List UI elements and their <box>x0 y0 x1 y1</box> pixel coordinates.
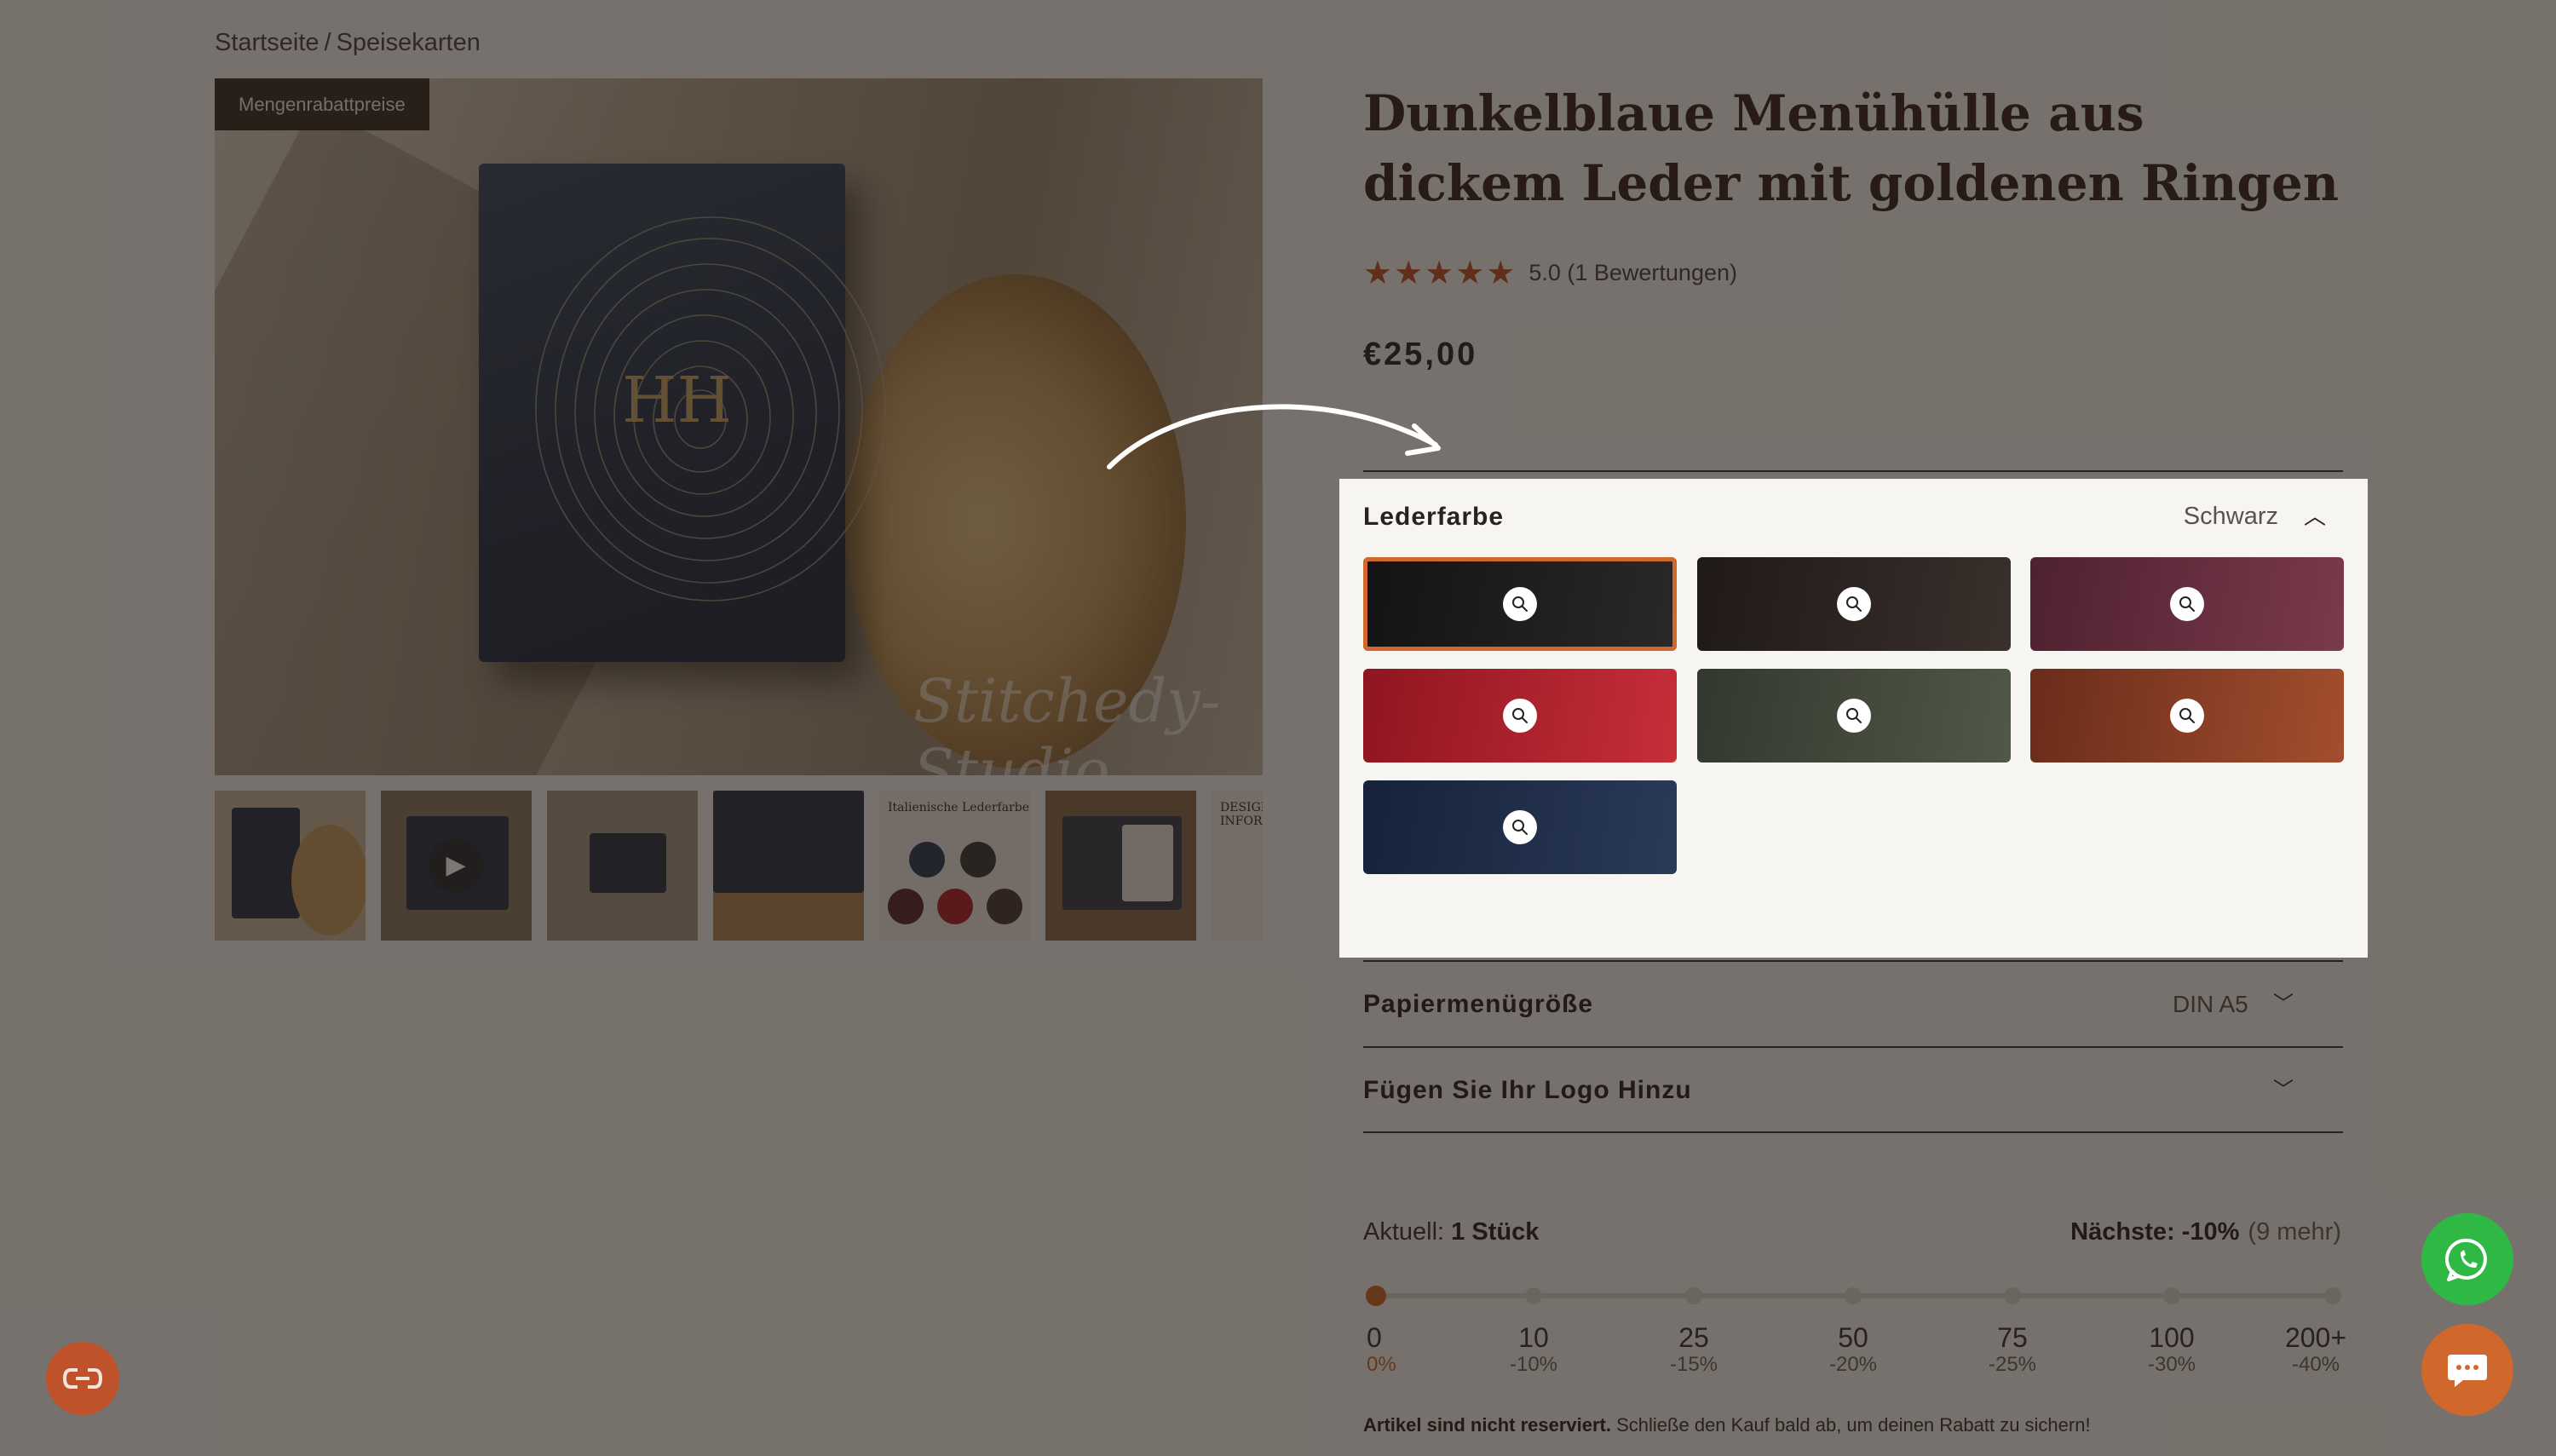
rewards-icon <box>62 1368 103 1389</box>
star-rating-icon: ★★★★★ <box>1363 256 1517 291</box>
leather-color-selected-value: Schwarz <box>2183 503 2278 530</box>
thumbnail-colors-label: Italienische Lederfarbe <box>888 801 1030 814</box>
leather-color-panel: Lederfarbe Schwarz ︿ <box>1339 479 2368 958</box>
thumbnail-design-label: DESIGN INFORMATION <box>1220 801 1263 828</box>
leather-color-label: Lederfarbe <box>1363 502 1505 531</box>
reservation-note-text: Schließe den Kauf bald ab, um deinen Rab… <box>1616 1414 2091 1436</box>
add-logo-label[interactable]: Fügen Sie Ihr Logo Hinzu <box>1363 1076 1692 1105</box>
thumbnail-video[interactable]: ▶ <box>381 791 532 941</box>
tier-dot-current <box>1366 1286 1386 1306</box>
chevron-up-icon[interactable]: ︿ <box>2304 499 2326 531</box>
swatch-cognac[interactable] <box>2030 669 2344 763</box>
tier-qty: 10 <box>1518 1322 1549 1353</box>
thumbnail-strip: ▶ Italienische Lederfarbe DESIGN INFORMA… <box>215 791 1263 941</box>
swatch-black[interactable] <box>1363 557 1677 651</box>
zoom-icon[interactable] <box>1837 587 1871 621</box>
leather-color-header[interactable]: Lederfarbe Schwarz ︿ <box>1363 501 2343 532</box>
thumbnail-3[interactable] <box>547 791 698 941</box>
whatsapp-icon <box>2445 1238 2487 1281</box>
thumbnail-colors[interactable]: Italienische Lederfarbe <box>879 791 1030 941</box>
zoom-icon[interactable] <box>1503 587 1537 621</box>
chat-bubble-icon <box>2448 1355 2487 1387</box>
zoom-icon[interactable] <box>1837 699 1871 733</box>
zoom-icon[interactable] <box>2170 699 2204 733</box>
tier-pct: -40% <box>2291 1353 2340 1376</box>
breadcrumb-home-link[interactable]: Startseite <box>215 29 320 56</box>
next-discount-label: Nächste: -10% <box>2070 1218 2240 1246</box>
tier-pct: -10% <box>1509 1353 1558 1376</box>
paper-size-value[interactable]: DIN A5 <box>2173 991 2248 1018</box>
paper-size-label[interactable]: Papiermenügröße <box>1363 990 1593 1019</box>
divider <box>1363 470 2343 472</box>
breadcrumb-current[interactable]: Speisekarten <box>337 29 481 56</box>
image-watermark: Stitchedy-Studio <box>913 666 1221 775</box>
product-title: Dunkelblaue Menühülle aus dickem Leder m… <box>1363 84 2340 212</box>
tier-dot <box>1525 1287 1542 1304</box>
swatch-navy[interactable] <box>1363 780 1677 874</box>
next-discount-more: (9 mehr) <box>2248 1218 2341 1246</box>
current-quantity-value: 1 Stück <box>1451 1218 1540 1246</box>
swatch-red[interactable] <box>1363 669 1677 763</box>
image-monogram: HH <box>622 364 733 437</box>
swatch-olive-green[interactable] <box>1697 669 2011 763</box>
thumbnail-6[interactable] <box>1045 791 1196 941</box>
product-rating[interactable]: ★★★★★ 5.0 (1 Bewertungen) <box>1363 254 1737 292</box>
zoom-icon[interactable] <box>1503 810 1537 844</box>
tier-qty: 100 <box>2149 1322 2195 1353</box>
chat-button[interactable] <box>2421 1324 2513 1416</box>
tier-pct: -25% <box>1988 1353 2037 1376</box>
tier-dot <box>1685 1287 1702 1304</box>
divider <box>1363 960 2343 962</box>
tier-pct: -30% <box>2147 1353 2196 1376</box>
tier-qty: 0 <box>1367 1322 1382 1353</box>
tier-qty: 200+ <box>2284 1322 2347 1353</box>
chevron-down-icon[interactable]: ﹀ <box>2273 1073 2294 1102</box>
current-quantity: Aktuell: 1 Stück <box>1363 1218 1539 1246</box>
reservation-note: Artikel sind nicht reserviert. Schließe … <box>1363 1414 2091 1436</box>
current-quantity-label: Aktuell: <box>1363 1218 1445 1246</box>
zoom-icon[interactable] <box>2170 587 2204 621</box>
play-icon[interactable]: ▶ <box>429 838 483 893</box>
tier-dot <box>2324 1287 2341 1304</box>
loyalty-rewards-button[interactable] <box>46 1342 119 1415</box>
tier-dot <box>2163 1287 2180 1304</box>
divider <box>1363 1131 2343 1133</box>
tier-pct: -20% <box>1828 1353 1878 1376</box>
tier-dot <box>2004 1287 2021 1304</box>
whatsapp-button[interactable] <box>2421 1213 2513 1305</box>
thumbnail-1[interactable] <box>215 791 366 941</box>
breadcrumb: Startseite / Speisekarten <box>215 29 481 57</box>
leather-color-selected: Schwarz ︿ <box>2184 501 2343 532</box>
reservation-note-bold: Artikel sind nicht reserviert. <box>1363 1414 1611 1436</box>
quantity-discount-badge: Mengenrabattpreise <box>215 78 429 130</box>
swatch-burgundy[interactable] <box>2030 557 2344 651</box>
rating-text: 5.0 (1 Bewertungen) <box>1528 260 1737 285</box>
tier-dot <box>1845 1287 1862 1304</box>
tier-qty: 75 <box>1997 1322 2028 1353</box>
tier-pct: 0% <box>1367 1353 1396 1376</box>
zoom-icon[interactable] <box>1503 699 1537 733</box>
tier-qty: 50 <box>1838 1322 1868 1353</box>
tier-pct: -15% <box>1669 1353 1718 1376</box>
breadcrumb-separator: / <box>324 29 331 56</box>
tutorial-arrow-icon <box>1107 404 1441 469</box>
chevron-down-icon[interactable]: ﹀ <box>2273 987 2294 1016</box>
thumbnail-4[interactable] <box>713 791 864 941</box>
thumbnail-7[interactable]: DESIGN INFORMATION <box>1212 791 1263 941</box>
product-price: €25,00 <box>1363 337 1478 372</box>
tier-qty: 25 <box>1678 1322 1709 1353</box>
swatch-dark-brown[interactable] <box>1697 557 2011 651</box>
next-discount: Nächste: -10% (9 mehr) <box>2070 1218 2341 1246</box>
divider <box>1363 1046 2343 1048</box>
